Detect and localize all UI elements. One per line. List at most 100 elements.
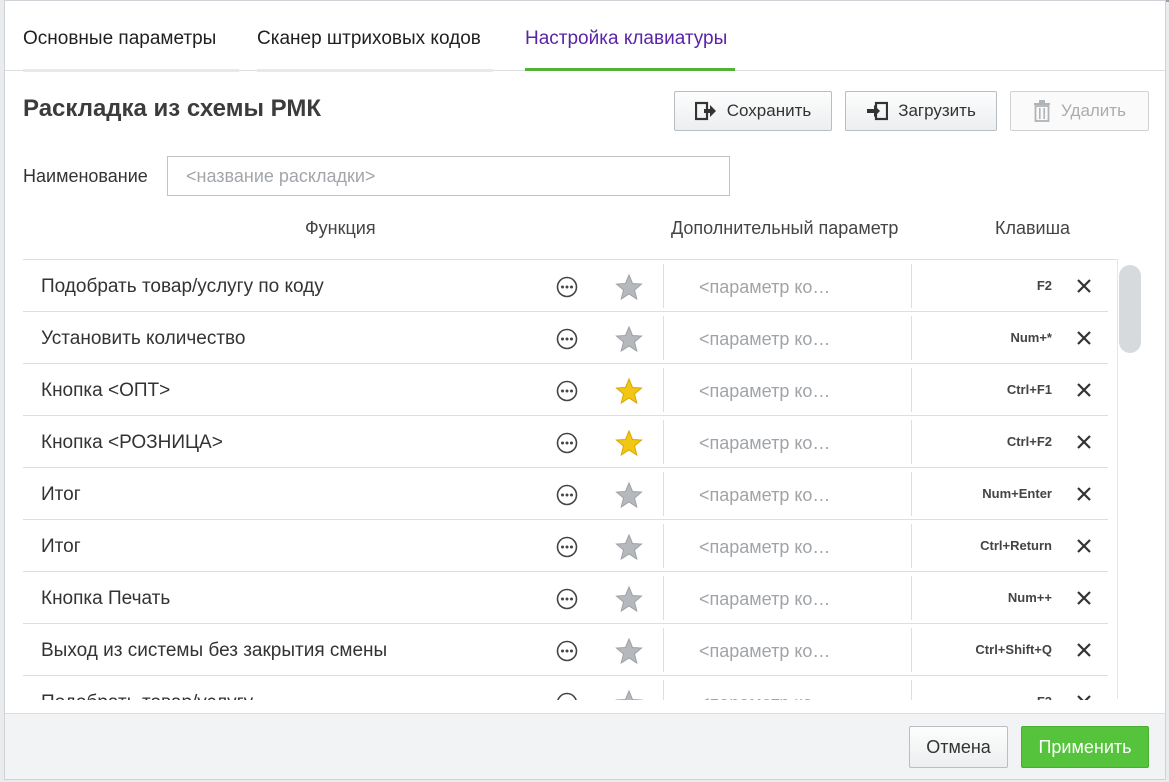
function-name: Кнопка <РОЗНИЦА> (41, 432, 223, 453)
favorite-star-icon[interactable] (615, 325, 643, 353)
column-divider (911, 576, 912, 620)
column-divider (663, 368, 664, 412)
delete-button-label: Удалить (1061, 101, 1126, 120)
shortcut-key[interactable]: Num++ (1008, 572, 1052, 624)
function-name: Кнопка <ОПТ> (41, 380, 171, 401)
more-options-icon[interactable] (556, 432, 578, 454)
remove-shortcut-icon[interactable] (1076, 590, 1092, 606)
column-divider (663, 264, 664, 308)
more-options-icon[interactable] (556, 692, 578, 700)
more-options-icon[interactable] (556, 640, 578, 662)
shortcut-table: Подобрать товар/услугу по коду <параметр … (23, 259, 1121, 700)
column-divider (663, 628, 664, 672)
shortcut-key[interactable]: Ctrl+F1 (1007, 364, 1052, 416)
param-field[interactable]: <параметр ко… (699, 416, 830, 470)
more-options-icon[interactable] (556, 536, 578, 558)
import-icon (866, 101, 889, 121)
column-divider (911, 628, 912, 672)
column-divider (663, 680, 664, 700)
table-row[interactable]: Итог <параметр ко… Ctrl+Return (23, 520, 1108, 572)
tab-bar: Основные параметры Сканер штриховых кодо… (5, 1, 1165, 72)
more-options-icon[interactable] (556, 328, 578, 350)
more-options-icon[interactable] (556, 276, 578, 298)
scrollbar-thumb[interactable] (1119, 265, 1141, 353)
remove-shortcut-icon[interactable] (1076, 278, 1092, 294)
shortcut-key[interactable]: Ctrl+Shift+Q (975, 624, 1052, 676)
function-name: Подобрать товар/услугу (41, 676, 253, 700)
table-row[interactable]: Подобрать товар/услугу по коду <параметр … (23, 260, 1108, 312)
shortcut-key[interactable]: F2 (1037, 260, 1052, 312)
column-divider (911, 524, 912, 568)
column-divider (663, 316, 664, 360)
name-label: Наименование (23, 166, 148, 186)
function-name: Кнопка Печать (41, 588, 171, 609)
favorite-star-icon[interactable] (615, 637, 643, 665)
param-field[interactable]: <параметр ко… (699, 312, 830, 366)
favorite-star-icon[interactable] (615, 533, 643, 561)
shortcut-key[interactable]: Num+* (1010, 312, 1052, 364)
column-divider (911, 368, 912, 412)
favorite-star-icon[interactable] (615, 585, 643, 613)
table-row[interactable]: Кнопка Печать <параметр ко… Num++ (23, 572, 1108, 624)
shortcut-key[interactable]: Num+Enter (982, 468, 1052, 520)
function-name: Установить количество (41, 328, 246, 349)
load-button[interactable]: Загрузить (845, 91, 997, 131)
shortcut-key[interactable]: F3 (1037, 676, 1052, 700)
tab-underline (257, 69, 493, 72)
load-button-label: Загрузить (898, 101, 976, 120)
cancel-button[interactable]: Отмена (909, 726, 1008, 768)
table-row[interactable]: Итог <параметр ко… Num+Enter (23, 468, 1108, 520)
tab-label: Сканер штриховых кодов (257, 28, 481, 49)
tab-barcode-scanner[interactable]: Сканер штриховых кодов (257, 1, 493, 72)
remove-shortcut-icon[interactable] (1076, 486, 1092, 502)
tab-label: Основные параметры (23, 28, 217, 49)
param-field[interactable]: <параметр ко… (699, 260, 830, 314)
tab-general[interactable]: Основные параметры (23, 1, 239, 72)
table-row[interactable]: Выход из системы без закрытия смены <пара… (23, 624, 1108, 676)
save-button[interactable]: Сохранить (674, 91, 832, 131)
column-divider (911, 420, 912, 464)
remove-shortcut-icon[interactable] (1076, 382, 1092, 398)
param-field[interactable]: <параметр ко… (699, 676, 830, 700)
function-name: Выход из системы без закрытия смены (41, 640, 388, 661)
table-row[interactable]: Установить количество <параметр ко… Num+* (23, 312, 1108, 364)
apply-button[interactable]: Применить (1021, 726, 1149, 768)
param-field[interactable]: <параметр ко… (699, 572, 830, 626)
delete-button[interactable]: Удалить (1010, 91, 1149, 131)
remove-shortcut-icon[interactable] (1076, 434, 1092, 450)
column-header-key: Клавиша (995, 218, 1071, 238)
more-options-icon[interactable] (556, 484, 578, 506)
table-row[interactable]: Кнопка <РОЗНИЦА> <параметр ко… Ctrl+F2 (23, 416, 1108, 468)
table-row[interactable]: Подобрать товар/услугу <параметр ко… F3 (23, 676, 1108, 700)
column-divider (911, 680, 912, 700)
tab-label: Настройка клавиатуры (525, 28, 728, 49)
remove-shortcut-icon[interactable] (1076, 694, 1092, 700)
remove-shortcut-icon[interactable] (1076, 642, 1092, 658)
param-field[interactable]: <параметр ко… (699, 468, 830, 522)
shortcut-key[interactable]: Ctrl+F2 (1007, 416, 1052, 468)
favorite-star-icon[interactable] (615, 429, 643, 457)
param-field[interactable]: <параметр ко… (699, 520, 830, 574)
more-options-icon[interactable] (556, 380, 578, 402)
param-field[interactable]: <параметр ко… (699, 364, 830, 418)
table-row[interactable]: Кнопка <ОПТ> <параметр ко… Ctrl+F1 (23, 364, 1108, 416)
column-divider (663, 576, 664, 620)
favorite-star-icon[interactable] (615, 273, 643, 301)
shortcut-key[interactable]: Ctrl+Return (980, 520, 1052, 572)
param-field[interactable]: <параметр ко… (699, 624, 830, 678)
tab-keyboard[interactable]: Настройка клавиатуры (525, 1, 735, 71)
keyboard-settings-dialog: Основные параметры Сканер штриховых кодо… (4, 0, 1166, 780)
column-divider (663, 524, 664, 568)
layout-name-input[interactable] (167, 156, 730, 196)
favorite-star-icon[interactable] (615, 377, 643, 405)
more-options-icon[interactable] (556, 588, 578, 610)
export-icon (694, 101, 717, 121)
function-name: Итог (41, 536, 81, 557)
column-divider (911, 264, 912, 308)
tab-underline (23, 69, 239, 72)
remove-shortcut-icon[interactable] (1076, 538, 1092, 554)
column-divider (911, 316, 912, 360)
remove-shortcut-icon[interactable] (1076, 330, 1092, 346)
favorite-star-icon[interactable] (615, 481, 643, 509)
favorite-star-icon[interactable] (615, 689, 643, 700)
